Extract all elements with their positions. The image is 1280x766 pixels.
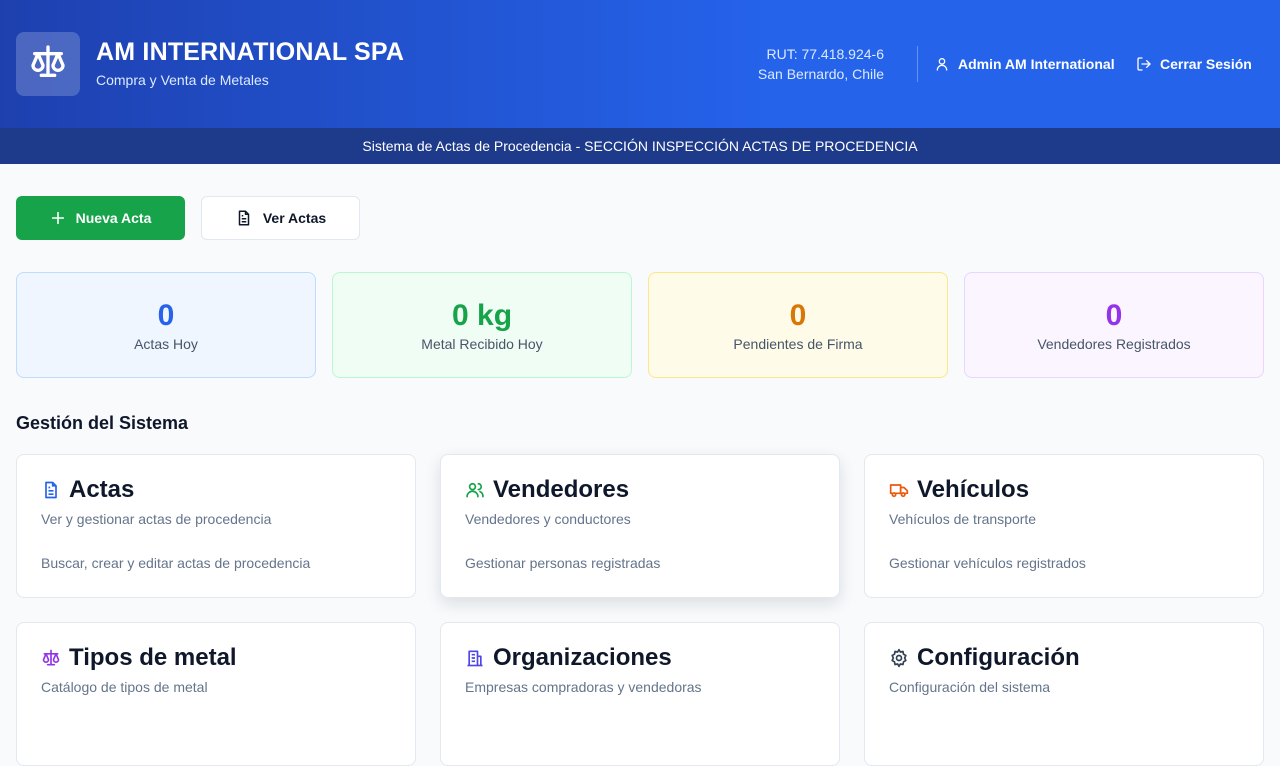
card-description: Empresas compradoras y vendedoras xyxy=(465,679,702,695)
card-tipos-metal[interactable]: Tipos de metal Catálogo de tipos de meta… xyxy=(16,622,416,766)
user-menu[interactable]: Admin AM International xyxy=(934,55,1115,73)
stat-value: 0 xyxy=(1105,299,1123,332)
banner-text: Sistema de Actas de Procedencia - SECCIÓ… xyxy=(362,138,918,154)
stat-label: Actas Hoy xyxy=(134,336,198,352)
system-banner: Sistema de Actas de Procedencia - SECCIÓ… xyxy=(0,128,1280,164)
stat-card-vendedores: 0 Vendedores Registrados xyxy=(964,272,1264,378)
company-location: San Bernardo, Chile xyxy=(757,66,884,82)
stat-label: Metal Recibido Hoy xyxy=(421,336,543,352)
card-description: Vehículos de transporte xyxy=(889,511,1037,527)
gear-icon xyxy=(889,648,909,668)
card-detail: Buscar, crear y editar actas de proceden… xyxy=(41,555,311,571)
stat-value: 0 kg xyxy=(451,299,513,332)
logout-button[interactable]: Cerrar Sesión xyxy=(1136,55,1252,73)
logout-label: Cerrar Sesión xyxy=(1160,56,1252,72)
card-configuracion[interactable]: Configuración Configuración del sistema xyxy=(864,622,1264,766)
card-title: Vehículos xyxy=(917,476,1030,503)
user-name: Admin AM International xyxy=(958,56,1115,72)
card-description: Ver y gestionar actas de procedencia xyxy=(41,511,272,527)
card-description: Configuración del sistema xyxy=(889,679,1051,695)
document-icon xyxy=(235,209,253,227)
scale-icon xyxy=(41,648,61,668)
card-title: Configuración xyxy=(917,644,1080,671)
brand-subtitle: Compra y Venta de Metales xyxy=(96,72,269,88)
users-icon xyxy=(465,480,485,500)
view-actas-label: Ver Actas xyxy=(262,210,327,226)
building-icon xyxy=(465,648,485,668)
truck-icon xyxy=(889,480,909,500)
new-acta-button[interactable]: Nueva Acta xyxy=(16,196,185,240)
document-icon xyxy=(41,480,61,500)
section-title: Gestión del Sistema xyxy=(16,413,189,433)
card-vendedores[interactable]: Vendedores Vendedores y conductores Gest… xyxy=(440,454,840,598)
card-title: Actas xyxy=(69,476,135,503)
stat-card-pendientes-firma: 0 Pendientes de Firma xyxy=(648,272,948,378)
brand-title: AM INTERNATIONAL SPA xyxy=(96,38,405,66)
card-title: Vendedores xyxy=(493,476,630,503)
card-vehiculos[interactable]: Vehículos Vehículos de transporte Gestio… xyxy=(864,454,1264,598)
card-description: Catálogo de tipos de metal xyxy=(41,679,208,695)
logout-icon xyxy=(1136,56,1152,72)
card-title: Tipos de metal xyxy=(69,644,237,671)
company-rut: RUT: 77.418.924-6 xyxy=(766,46,884,62)
stat-label: Pendientes de Firma xyxy=(733,336,863,352)
scale-logo-icon xyxy=(28,42,68,87)
card-detail: Gestionar personas registradas xyxy=(465,555,661,571)
header-divider xyxy=(917,46,918,82)
stat-value: 0 xyxy=(157,299,175,332)
stat-card-actas-hoy: 0 Actas Hoy xyxy=(16,272,316,378)
view-actas-button[interactable]: Ver Actas xyxy=(201,196,360,240)
app-header: AM INTERNATIONAL SPA Compra y Venta de M… xyxy=(0,0,1280,128)
plus-icon xyxy=(50,210,66,226)
stat-card-metal-recibido: 0 kg Metal Recibido Hoy xyxy=(332,272,632,378)
card-actas[interactable]: Actas Ver y gestionar actas de procedenc… xyxy=(16,454,416,598)
card-organizaciones[interactable]: Organizaciones Empresas compradoras y ve… xyxy=(440,622,840,766)
card-title: Organizaciones xyxy=(493,644,672,671)
new-acta-label: Nueva Acta xyxy=(75,210,152,226)
user-icon xyxy=(934,56,950,72)
logo xyxy=(16,32,80,96)
stat-label: Vendedores Registrados xyxy=(1037,336,1191,352)
stat-value: 0 xyxy=(789,299,807,332)
card-detail: Gestionar vehículos registrados xyxy=(889,555,1086,571)
card-description: Vendedores y conductores xyxy=(465,511,631,527)
